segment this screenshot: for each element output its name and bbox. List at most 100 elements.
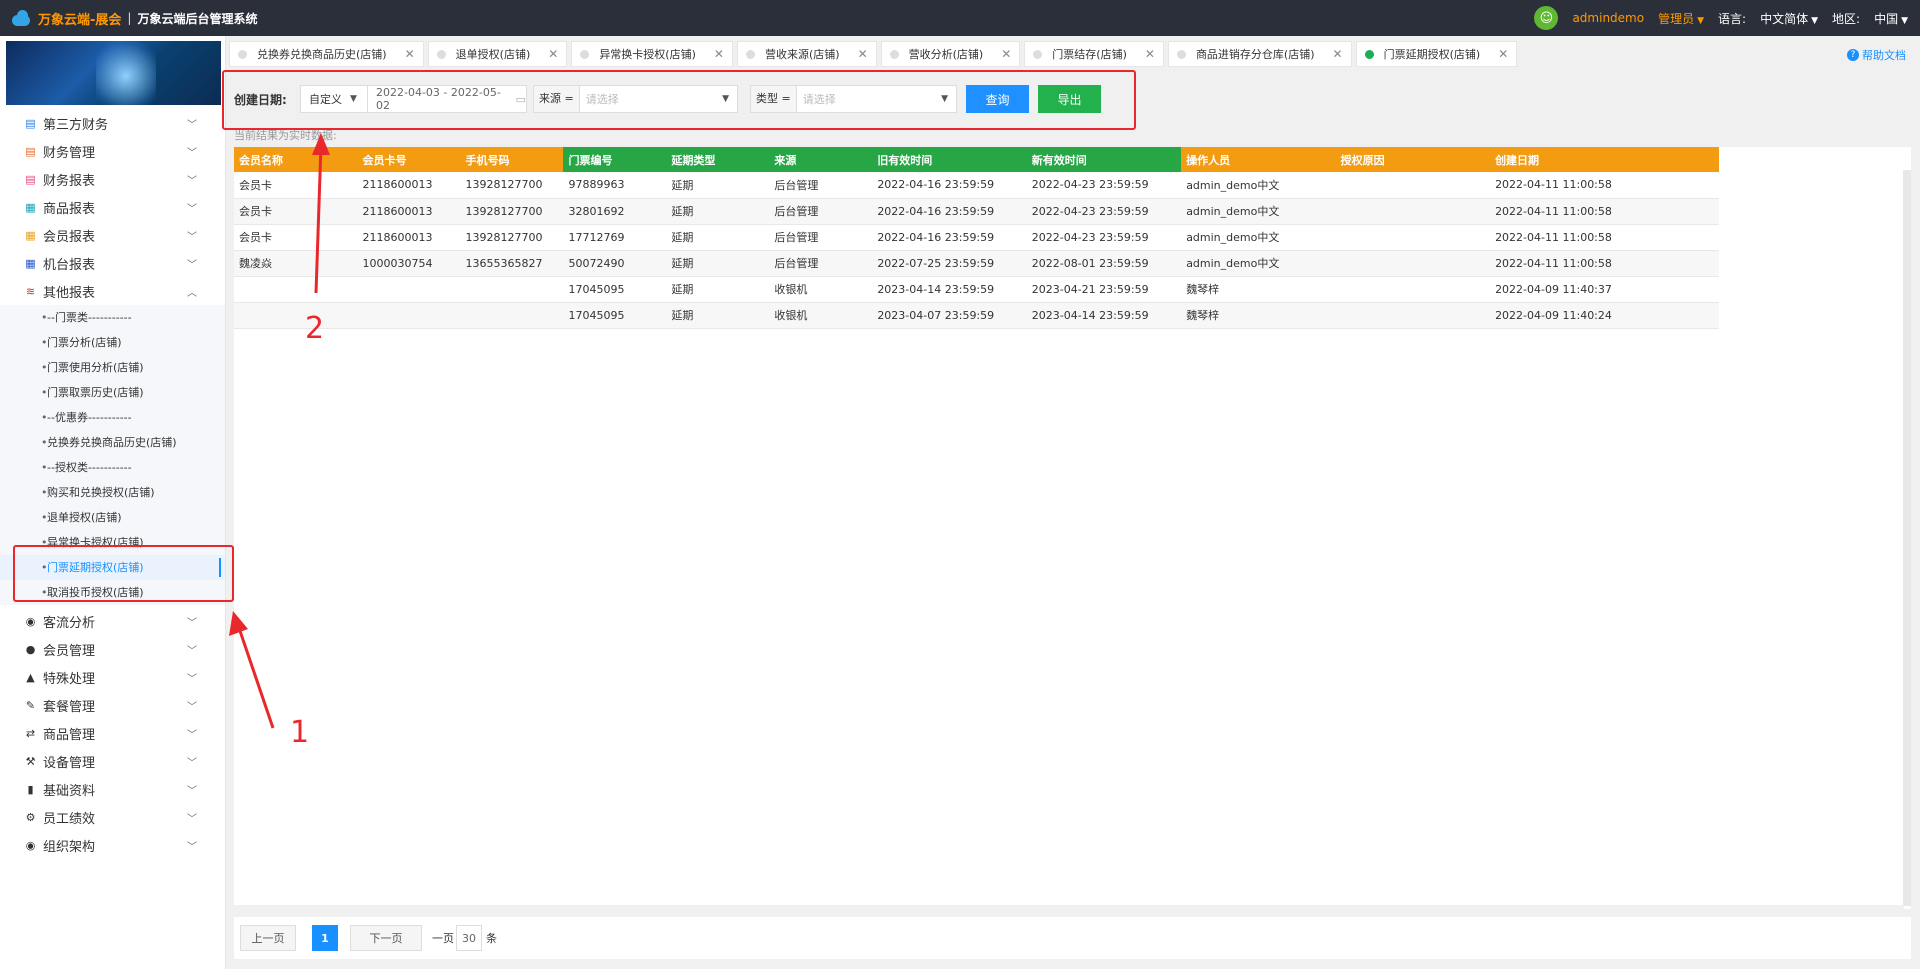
table-cell: 2118600013: [357, 224, 461, 251]
tab-label: 营收分析(店铺): [908, 48, 984, 61]
sidebar-item[interactable]: ⚙ 员工绩效 ﹀: [0, 803, 225, 831]
table-cell: 延期: [666, 224, 770, 251]
column-header[interactable]: 手机号码: [460, 147, 564, 172]
chevron-down-icon: ﹀: [187, 231, 197, 243]
submenu-item[interactable]: 退单授权(店铺): [0, 505, 225, 530]
tab-label: 兑换券兑换商品历史(店铺): [257, 48, 387, 61]
per-page-input[interactable]: 30: [456, 925, 482, 951]
table-cell: 2023-04-07 23:59:59: [872, 302, 1027, 329]
language-label: 语言:: [1718, 11, 1747, 26]
close-icon[interactable]: ✕: [1498, 47, 1508, 61]
per-page-unit: 条: [486, 932, 497, 945]
help-icon: ?: [1847, 49, 1859, 61]
sidebar-item-label: 设备管理: [43, 755, 96, 771]
sidebar-item[interactable]: ▤ 财务管理 ﹀: [0, 137, 225, 165]
ledger-icon: ▤: [25, 144, 36, 158]
close-icon[interactable]: ✕: [858, 47, 868, 61]
avatar[interactable]: ☺: [1534, 6, 1559, 30]
submenu-item[interactable]: 门票取票历史(店铺): [0, 380, 225, 405]
current-page[interactable]: 1: [312, 925, 338, 951]
tab-status-dot: [1033, 49, 1043, 59]
sidebar-item[interactable]: ● 会员管理 ﹀: [0, 635, 225, 663]
close-icon[interactable]: ✕: [1333, 47, 1343, 61]
table-row[interactable]: 会员卡 2118600013 13928127700 97889963 延期 后台管理 20…: [234, 172, 1719, 199]
sidebar-item[interactable]: ▦ 会员报表 ﹀: [0, 221, 225, 249]
sidebar-item-label: 商品报表: [43, 201, 96, 217]
column-header[interactable]: 新有效时间: [1026, 147, 1182, 172]
language-dropdown[interactable]: 中文简体 ▼: [1760, 10, 1818, 27]
close-icon[interactable]: ✕: [1001, 47, 1011, 61]
sidebar-item[interactable]: ▦ 商品报表 ﹀: [0, 193, 225, 221]
table-cell: [1335, 276, 1491, 303]
tab-item[interactable]: 异常换卡授权(店铺) ✕: [571, 41, 733, 67]
column-header[interactable]: 会员卡号: [357, 147, 461, 172]
role-dropdown[interactable]: 管理员 ▼: [1658, 10, 1704, 27]
chevron-down-icon: ▼: [1811, 15, 1819, 26]
next-page-button[interactable]: 下一页: [350, 925, 422, 951]
vertical-scrollbar[interactable]: [1903, 170, 1911, 906]
submenu-item-label: --授权类-----------: [47, 461, 132, 474]
close-icon[interactable]: ✕: [405, 47, 415, 61]
column-header[interactable]: 门票编号: [563, 147, 667, 172]
table-cell: 2022-04-11 11:00:58: [1490, 198, 1719, 225]
column-header[interactable]: 操作人员: [1181, 147, 1336, 172]
table-cell: 后台管理: [769, 172, 873, 199]
table-cell: [357, 302, 461, 329]
prev-page-button[interactable]: 上一页: [240, 925, 296, 951]
table-cell: admin_demo中文: [1181, 172, 1336, 199]
help-link[interactable]: ? 帮助文档: [1847, 47, 1906, 63]
close-icon[interactable]: ✕: [714, 47, 724, 61]
column-header[interactable]: 授权原因: [1335, 147, 1491, 172]
table-cell: 2022-04-11 11:00:58: [1490, 224, 1719, 251]
submenu-item[interactable]: 门票使用分析(店铺): [0, 355, 225, 380]
column-header[interactable]: 旧有效时间: [872, 147, 1027, 172]
table-cell: [1335, 198, 1491, 225]
sidebar-item[interactable]: ▤ 第三方财务 ﹀: [0, 109, 225, 137]
close-icon[interactable]: ✕: [1145, 47, 1155, 61]
table-cell: 2022-04-23 23:59:59: [1026, 172, 1182, 199]
sidebar-item[interactable]: ≋ 其他报表 ︿: [0, 277, 225, 305]
username[interactable]: admindemo: [1572, 11, 1644, 25]
horizontal-scrollbar[interactable]: [234, 905, 1904, 915]
sidebar-item[interactable]: ▮ 基础资料 ﹀: [0, 775, 225, 803]
column-header[interactable]: 来源: [769, 147, 873, 172]
submenu-item[interactable]: 兑换券兑换商品历史(店铺): [0, 430, 225, 455]
tab-item[interactable]: 营收来源(店铺) ✕: [736, 41, 877, 67]
table-cell: [1335, 250, 1491, 277]
sidebar-item[interactable]: ✎ 套餐管理 ﹀: [0, 691, 225, 719]
sidebar-item[interactable]: ▤ 财务报表 ﹀: [0, 165, 225, 193]
table-cell: 17045095: [563, 276, 667, 303]
column-header[interactable]: 延期类型: [666, 147, 770, 172]
table-row[interactable]: 魏凌焱 1000030754 13655365827 50072490 延期 后台管理 20…: [234, 250, 1719, 277]
submenu-item[interactable]: 门票分析(店铺): [0, 330, 225, 355]
sidebar-item[interactable]: ▲ 特殊处理 ﹀: [0, 663, 225, 691]
sidebar-item[interactable]: ◉ 客流分析 ﹀: [0, 607, 225, 635]
region-dropdown[interactable]: 中国 ▼: [1874, 10, 1908, 27]
table-row[interactable]: 17045095 延期 收银机 2023-04-14 23:59:59 2023-04-…: [234, 276, 1719, 303]
tab-item[interactable]: 商品进销存分仓库(店铺) ✕: [1167, 41, 1352, 67]
table-cell: 会员卡: [234, 172, 358, 199]
table-row[interactable]: 会员卡 2118600013 13928127700 17712769 延期 后台管理 20…: [234, 224, 1719, 251]
sidebar-item[interactable]: ⚒ 设备管理 ﹀: [0, 747, 225, 775]
table-row[interactable]: 17045095 延期 收银机 2023-04-07 23:59:59 2023-04-…: [234, 302, 1719, 329]
tab-item[interactable]: 兑换券兑换商品历史(店铺) ✕: [229, 41, 424, 67]
column-header[interactable]: 会员名称: [234, 147, 358, 172]
logo[interactable]: 万象云端-展会 | 万象云端后台管理系统: [10, 0, 257, 36]
top-bar: 万象云端-展会 | 万象云端后台管理系统 ☺ admindemo 管理员 ▼ 语言…: [0, 0, 1920, 36]
tab-item[interactable]: 退单授权(店铺) ✕: [427, 41, 568, 67]
submenu-item[interactable]: 购买和兑换授权(店铺): [0, 480, 225, 505]
sidebar-item[interactable]: ▦ 机台报表 ﹀: [0, 249, 225, 277]
tab-label: 异常换卡授权(店铺): [599, 48, 696, 61]
close-icon[interactable]: ✕: [548, 47, 558, 61]
tab-item[interactable]: 门票延期授权(店铺) ✕: [1355, 41, 1518, 67]
table-cell: 延期: [666, 198, 770, 225]
tab-status-dot: [436, 49, 446, 59]
column-header[interactable]: 创建日期: [1490, 147, 1719, 172]
tab-item[interactable]: 营收分析(店铺) ✕: [880, 41, 1021, 67]
tab-item[interactable]: 门票结存(店铺) ✕: [1024, 41, 1164, 67]
submenu-item-label: 门票分析(店铺): [47, 336, 122, 349]
sidebar-item[interactable]: ◉ 组织架构 ﹀: [0, 831, 225, 859]
sidebar-item[interactable]: ⇄ 商品管理 ﹀: [0, 719, 225, 747]
target-icon: ◉: [25, 614, 36, 628]
table-row[interactable]: 会员卡 2118600013 13928127700 32801692 延期 后台管理 20…: [234, 198, 1719, 225]
